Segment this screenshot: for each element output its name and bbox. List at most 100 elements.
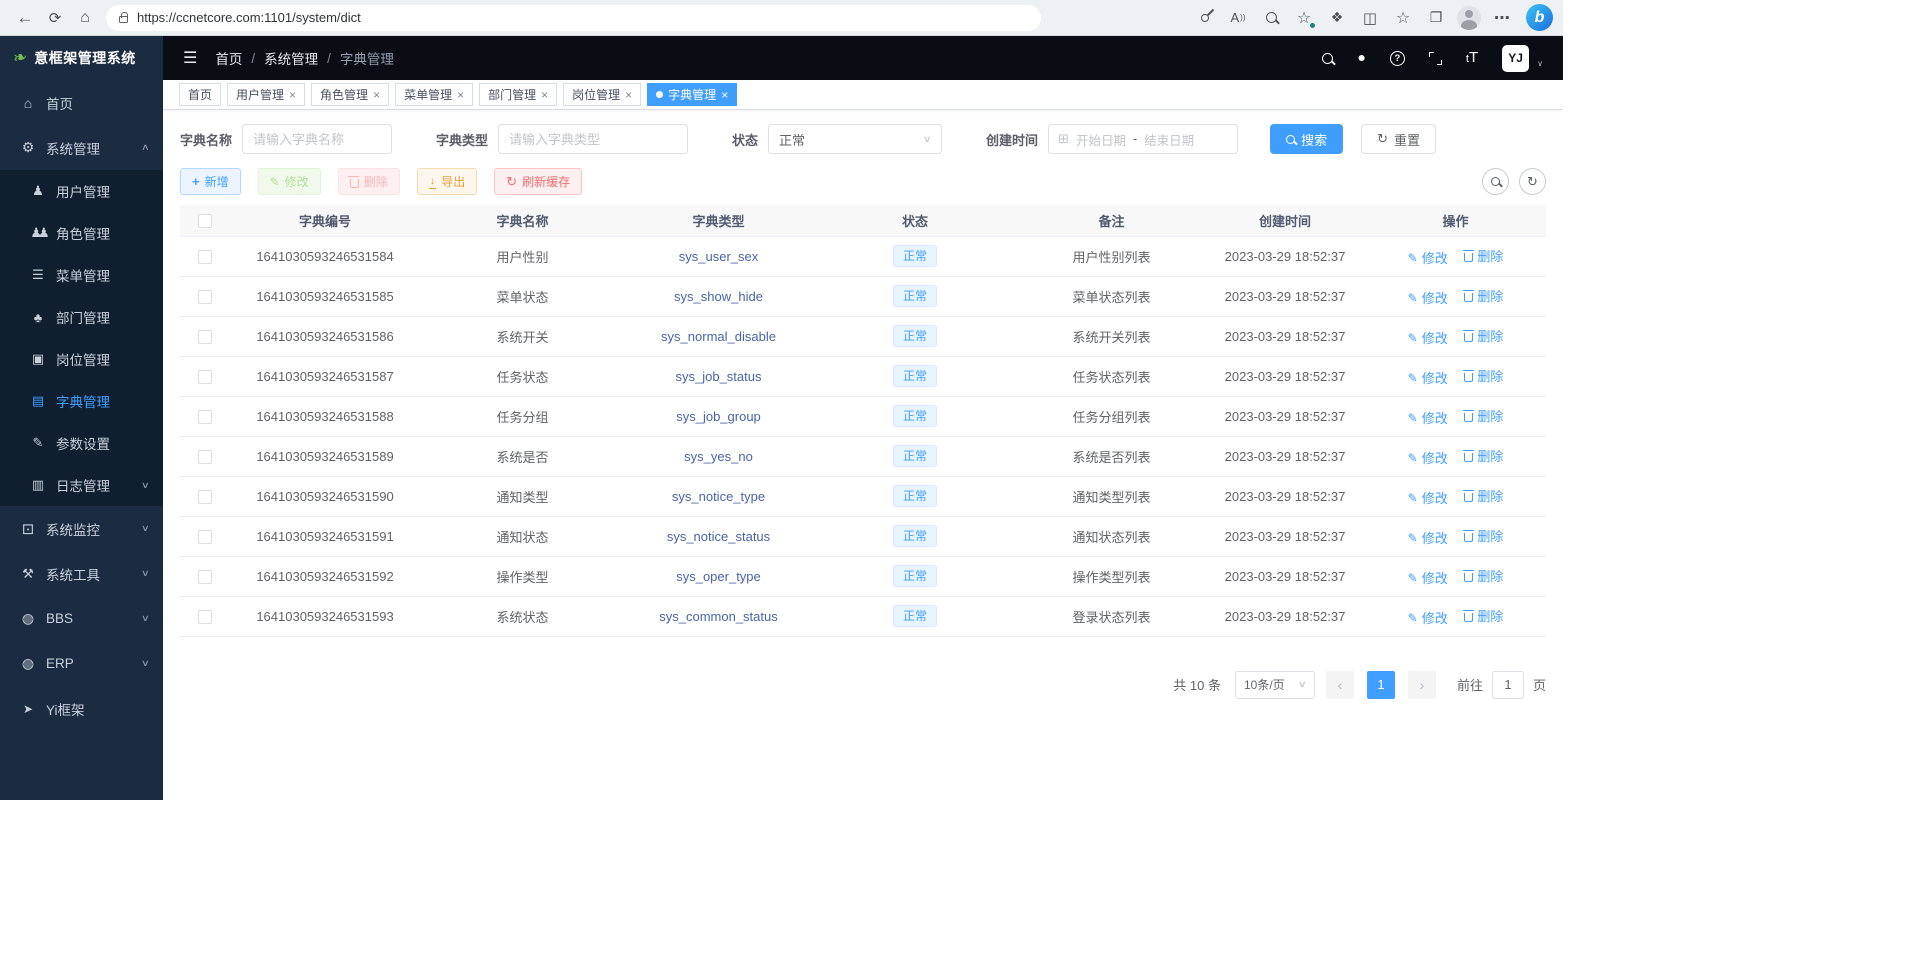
sidebar-item-system-monitor[interactable]: 系统监控 bbox=[0, 506, 163, 551]
sidebar-item-bbs[interactable]: BBS bbox=[0, 596, 163, 641]
url-bar[interactable]: https://ccnetcore.com:1101/system/dict bbox=[106, 5, 1041, 31]
font-size-icon[interactable] bbox=[1466, 49, 1478, 67]
refresh-table-button[interactable] bbox=[1519, 168, 1546, 195]
read-aloud-icon[interactable] bbox=[1223, 3, 1253, 33]
date-range-picker[interactable]: 开始日期 - 结束日期 bbox=[1048, 124, 1238, 154]
next-page-button[interactable] bbox=[1408, 671, 1436, 699]
refresh-page-icon[interactable] bbox=[40, 3, 70, 33]
row-checkbox[interactable] bbox=[198, 610, 212, 624]
bing-icon[interactable] bbox=[1526, 4, 1553, 31]
sidebar-item-dict-mgmt[interactable]: 字典管理 bbox=[0, 380, 163, 422]
sidebar-item-user-mgmt[interactable]: 用户管理 bbox=[0, 170, 163, 212]
edit-row-button[interactable]: 修改 bbox=[1408, 368, 1448, 387]
back-icon[interactable] bbox=[10, 3, 40, 33]
user-logo[interactable] bbox=[1502, 45, 1529, 72]
dict-type-input[interactable] bbox=[498, 124, 688, 154]
breadcrumb-home[interactable]: 首页 bbox=[215, 48, 242, 68]
row-checkbox[interactable] bbox=[198, 370, 212, 384]
sidebar-item-role-mgmt[interactable]: 角色管理 bbox=[0, 212, 163, 254]
delete-row-button[interactable]: 删除 bbox=[1464, 566, 1503, 585]
edit-row-button[interactable]: 修改 bbox=[1408, 568, 1448, 587]
sidebar-item-param-settings[interactable]: 参数设置 bbox=[0, 422, 163, 464]
delete-row-button[interactable]: 删除 bbox=[1464, 486, 1503, 505]
sidebar-item-system-mgmt[interactable]: 系统管理 bbox=[0, 125, 163, 170]
tab-dept-mgmt[interactable]: 部门管理 bbox=[479, 83, 557, 106]
tab-menu-mgmt[interactable]: 菜单管理 bbox=[395, 83, 473, 106]
row-checkbox[interactable] bbox=[198, 250, 212, 264]
more-menu-icon[interactable] bbox=[1487, 3, 1517, 33]
edit-row-button[interactable]: 修改 bbox=[1408, 248, 1448, 267]
delete-row-button[interactable]: 删除 bbox=[1464, 446, 1503, 465]
dict-type-link[interactable]: sys_common_status bbox=[659, 609, 778, 624]
delete-row-button[interactable]: 删除 bbox=[1464, 606, 1503, 625]
github-icon[interactable] bbox=[1357, 49, 1365, 67]
edit-row-button[interactable]: 修改 bbox=[1408, 328, 1448, 347]
dict-type-link[interactable]: sys_job_status bbox=[676, 369, 762, 384]
edit-row-button[interactable]: 修改 bbox=[1408, 608, 1448, 627]
sidebar-toggle-icon[interactable] bbox=[183, 48, 197, 68]
refresh-cache-button[interactable]: 刷新缓存 bbox=[494, 168, 582, 195]
profile-avatar[interactable] bbox=[1454, 3, 1484, 33]
reset-button[interactable]: 重置 bbox=[1361, 124, 1436, 154]
select-all-checkbox[interactable] bbox=[198, 214, 212, 228]
search-button[interactable]: 搜索 bbox=[1270, 124, 1343, 154]
dict-type-link[interactable]: sys_notice_type bbox=[672, 489, 765, 504]
delete-row-button[interactable]: 删除 bbox=[1464, 326, 1503, 345]
tab-post-mgmt[interactable]: 岗位管理 bbox=[563, 83, 641, 106]
prev-page-button[interactable] bbox=[1326, 671, 1354, 699]
close-tab-icon[interactable] bbox=[625, 88, 632, 102]
url-text[interactable]: https://ccnetcore.com:1101/system/dict bbox=[137, 10, 361, 25]
goto-page-input[interactable] bbox=[1492, 671, 1524, 699]
close-tab-icon[interactable] bbox=[373, 88, 380, 102]
row-checkbox[interactable] bbox=[198, 570, 212, 584]
tab-user-mgmt[interactable]: 用户管理 bbox=[227, 83, 305, 106]
delete-row-button[interactable]: 删除 bbox=[1464, 366, 1503, 385]
search-icon[interactable] bbox=[1322, 53, 1333, 64]
export-button[interactable]: 导出 bbox=[417, 168, 478, 195]
split-screen-icon[interactable] bbox=[1355, 3, 1385, 33]
edit-row-button[interactable]: 修改 bbox=[1408, 288, 1448, 307]
dict-type-link[interactable]: sys_oper_type bbox=[676, 569, 761, 584]
sidebar-item-menu-mgmt[interactable]: 菜单管理 bbox=[0, 254, 163, 296]
add-button[interactable]: 新增 bbox=[180, 168, 241, 195]
edit-row-button[interactable]: 修改 bbox=[1408, 528, 1448, 547]
add-favorite-icon[interactable] bbox=[1289, 3, 1319, 33]
dict-name-input[interactable] bbox=[242, 124, 392, 154]
sidebar-item-post-mgmt[interactable]: 岗位管理 bbox=[0, 338, 163, 380]
sidebar-item-yi-framework[interactable]: Yi框架 bbox=[0, 686, 163, 731]
dict-type-link[interactable]: sys_show_hide bbox=[674, 289, 763, 304]
dict-type-link[interactable]: sys_notice_status bbox=[667, 529, 770, 544]
sidebar-item-log-mgmt[interactable]: 日志管理 bbox=[0, 464, 163, 506]
row-checkbox[interactable] bbox=[198, 450, 212, 464]
delete-row-button[interactable]: 删除 bbox=[1464, 406, 1503, 425]
home-icon[interactable] bbox=[70, 3, 100, 33]
sidebar-item-dept-mgmt[interactable]: 部门管理 bbox=[0, 296, 163, 338]
sidebar-item-home[interactable]: 首页 bbox=[0, 80, 163, 125]
edit-row-button[interactable]: 修改 bbox=[1408, 408, 1448, 427]
tab-dict-mgmt[interactable]: 字典管理 bbox=[647, 83, 737, 106]
dict-type-link[interactable]: sys_normal_disable bbox=[661, 329, 776, 344]
delete-row-button[interactable]: 删除 bbox=[1464, 246, 1503, 265]
dict-type-link[interactable]: sys_yes_no bbox=[684, 449, 753, 464]
edit-row-button[interactable]: 修改 bbox=[1408, 448, 1448, 467]
fullscreen-icon[interactable] bbox=[1429, 52, 1442, 65]
close-tab-icon[interactable] bbox=[289, 88, 296, 102]
dict-type-link[interactable]: sys_user_sex bbox=[679, 249, 758, 264]
help-icon[interactable] bbox=[1390, 51, 1405, 66]
row-checkbox[interactable] bbox=[198, 490, 212, 504]
row-checkbox[interactable] bbox=[198, 530, 212, 544]
close-tab-icon[interactable] bbox=[457, 88, 464, 102]
tab-role-mgmt[interactable]: 角色管理 bbox=[311, 83, 389, 106]
row-checkbox[interactable] bbox=[198, 410, 212, 424]
password-key-icon[interactable] bbox=[1190, 3, 1220, 33]
close-tab-icon[interactable] bbox=[541, 88, 548, 102]
delete-row-button[interactable]: 删除 bbox=[1464, 526, 1503, 545]
status-select[interactable]: 正常 bbox=[768, 124, 942, 154]
current-page-button[interactable]: 1 bbox=[1367, 671, 1395, 699]
row-checkbox[interactable] bbox=[198, 330, 212, 344]
tab-home[interactable]: 首页 bbox=[179, 83, 221, 106]
dict-type-link[interactable]: sys_job_group bbox=[676, 409, 761, 424]
favorites-icon[interactable] bbox=[1388, 3, 1418, 33]
page-size-select[interactable]: 10条/页 bbox=[1235, 671, 1315, 699]
breadcrumb-system-mgmt[interactable]: 系统管理 bbox=[264, 48, 318, 68]
